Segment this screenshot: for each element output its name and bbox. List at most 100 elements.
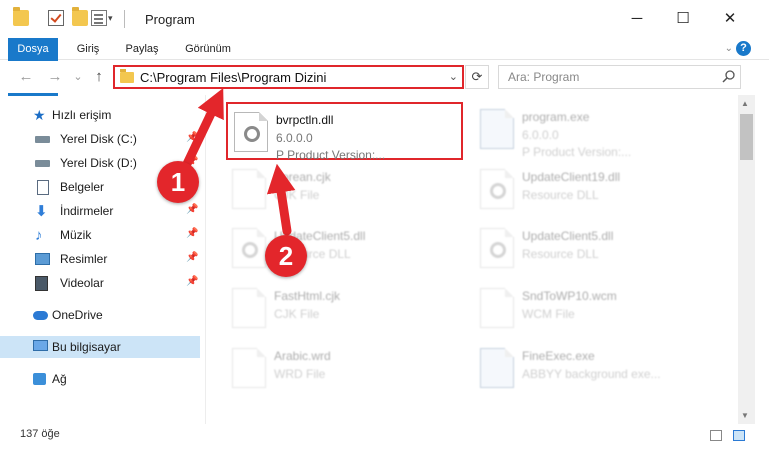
sidebar-item-videos[interactable]: Videolar 📌 xyxy=(0,272,200,294)
file-item-sndtowp10-wcm[interactable]: SndToWP10.wcm WCM File xyxy=(474,280,712,338)
file-item-arabic-wrd[interactable]: Arabic.wrd WRD File xyxy=(226,340,464,398)
document-icon xyxy=(37,180,49,195)
sidebar-item-network[interactable]: Ağ xyxy=(0,368,200,390)
video-icon xyxy=(35,276,48,291)
sidebar-item-label: Yerel Disk (C:) xyxy=(60,132,137,146)
sidebar-item-pictures[interactable]: Resimler 📌 xyxy=(0,248,200,270)
sidebar-item-label: Yerel Disk (D:) xyxy=(60,156,137,170)
sidebar-item-label: Bu bilgisayar xyxy=(52,340,121,354)
up-arrow-icon[interactable]: ↑ xyxy=(89,67,109,87)
window-title: Program xyxy=(145,12,195,27)
file-item-bvrpctln-dll[interactable]: bvrpctln.dll 6.0.0.0 P Product Version:.… xyxy=(226,102,463,162)
sidebar-item-this-pc[interactable]: Bu bilgisayar xyxy=(0,336,200,358)
network-icon xyxy=(33,373,46,385)
file-name: SndToWP10.wcm xyxy=(522,289,617,303)
file-version: 6.0.0.0 xyxy=(276,131,313,145)
sidebar-item-label: Müzik xyxy=(60,228,92,242)
back-arrow-icon[interactable]: ← xyxy=(16,67,36,87)
sidebar-item-quick-access[interactable]: ★ Hızlı erişim xyxy=(0,104,200,126)
address-dropdown-icon[interactable]: ⌄ xyxy=(449,70,458,83)
file-icon xyxy=(232,169,266,209)
file-name: Arabic.wrd xyxy=(274,349,331,363)
folder-icon xyxy=(120,69,134,83)
file-version: 6.0.0.0 xyxy=(522,128,559,142)
sidebar-item-label: Videolar xyxy=(60,276,104,290)
sidebar-item-label: Hızlı erişim xyxy=(52,108,112,122)
scroll-down-icon[interactable]: ▼ xyxy=(741,411,749,420)
file-name: Korean.cjk xyxy=(274,170,331,184)
refresh-icon[interactable]: ⟳ xyxy=(465,65,489,89)
address-path[interactable]: C:\Program Files\Program Dizini xyxy=(140,70,326,85)
file-description: P Product Version:... xyxy=(276,148,386,162)
file-name: UpdateClient5.dll xyxy=(522,229,614,243)
details-view-icon[interactable] xyxy=(710,430,722,441)
sidebar-item-onedrive[interactable]: OneDrive xyxy=(0,304,200,326)
maximize-button[interactable]: ☐ xyxy=(660,0,706,38)
scroll-thumb[interactable] xyxy=(740,114,753,160)
file-name: FineExec.exe xyxy=(522,349,595,363)
sidebar-item-music[interactable]: ♪ Müzik 📌 xyxy=(0,224,200,246)
file-item-updateclient5-dll[interactable]: UpdateClient5.dll Resource DLL xyxy=(474,220,712,278)
dll-gear-icon xyxy=(232,228,266,268)
sidebar-item-label: Belgeler xyxy=(60,180,105,194)
new-folder-icon[interactable] xyxy=(72,7,88,26)
title-separator xyxy=(124,10,125,28)
file-type: Resource DLL xyxy=(522,188,599,202)
file-item-updateclient19-dll[interactable]: UpdateClient19.dll Resource DLL xyxy=(474,161,712,219)
close-button[interactable]: ✕ xyxy=(707,0,753,38)
dll-gear-icon xyxy=(480,228,514,268)
vertical-scrollbar[interactable]: ▲ ▼ xyxy=(738,95,755,424)
download-icon: ⬇ xyxy=(35,203,48,220)
file-type: CJK File xyxy=(274,307,320,321)
sidebar-item-label: Ağ xyxy=(52,372,67,386)
file-item-korean-cjk[interactable]: Korean.cjk CJK File xyxy=(226,161,464,219)
search-placeholder: Ara: Program xyxy=(508,70,580,84)
status-bar: 137 öğe xyxy=(0,424,769,446)
search-icon[interactable] xyxy=(722,69,736,83)
music-icon: ♪ xyxy=(35,227,43,244)
file-icon xyxy=(480,288,514,328)
properties-check-icon[interactable] xyxy=(48,10,64,26)
pin-icon: 📌 xyxy=(186,204,199,215)
item-count: 137 öğe xyxy=(20,428,60,440)
pin-icon: 📌 xyxy=(186,276,199,287)
pin-icon: 📌 xyxy=(186,132,199,143)
recent-locations-icon[interactable]: ⌄ xyxy=(68,67,88,87)
file-item-program-exe[interactable]: program.exe 6.0.0.0 P Product Version:..… xyxy=(474,101,712,159)
file-type: Resource DLL xyxy=(522,247,599,261)
help-icon[interactable]: ? xyxy=(736,41,751,56)
customize-icon[interactable] xyxy=(91,10,107,26)
sidebar-item-label: Resimler xyxy=(60,252,108,266)
forward-arrow-icon[interactable]: → xyxy=(45,67,65,87)
exe-icon xyxy=(480,109,514,149)
folder-icon[interactable] xyxy=(13,7,29,26)
quick-access-dropdown-icon[interactable]: ▾ xyxy=(108,14,116,23)
search-input[interactable]: Ara: Program xyxy=(498,65,741,89)
file-name: program.exe xyxy=(522,110,590,124)
navigation-bar: ← → ⌄ ↑ C:\Program Files\Program Dizini … xyxy=(0,61,769,93)
scroll-up-icon[interactable]: ▲ xyxy=(741,99,749,108)
drive-icon xyxy=(35,136,50,143)
minimize-button[interactable]: ─ xyxy=(614,0,660,38)
tab-home[interactable]: Giriş xyxy=(68,38,108,60)
sidebar-item-downloads[interactable]: ⬇ İndirmeler 📌 xyxy=(0,200,200,222)
file-type: WCM File xyxy=(522,307,575,321)
tiles-view-icon[interactable] xyxy=(733,430,745,441)
sidebar-item-disk-c[interactable]: Yerel Disk (C:) 📌 xyxy=(0,128,200,150)
file-item-updateclient5-dll[interactable]: UpdateClient5.dll Resource DLL xyxy=(226,220,464,278)
ribbon-expand-icon[interactable]: ⌄ xyxy=(725,43,733,54)
tab-view[interactable]: Görünüm xyxy=(179,38,237,60)
sidebar-item-label: OneDrive xyxy=(52,308,103,322)
step-1-badge: 1 xyxy=(157,161,199,203)
tab-share[interactable]: Paylaş xyxy=(119,38,165,60)
file-item-fasthtml-cjk[interactable]: FastHtml.cjk CJK File xyxy=(226,280,464,338)
file-icon xyxy=(232,348,266,388)
star-icon: ★ xyxy=(33,107,46,123)
sidebar-item-label: İndirmeler xyxy=(60,204,114,218)
file-item-fineexec-exe[interactable]: FineExec.exe ABBYY background exe... xyxy=(474,340,712,398)
file-name: bvrpctln.dll xyxy=(276,113,334,127)
exe-icon xyxy=(480,348,514,388)
file-description: P Product Version:... xyxy=(522,145,632,159)
address-bar[interactable]: C:\Program Files\Program Dizini ⌄ xyxy=(113,65,464,89)
file-name: UpdateClient19.dll xyxy=(522,170,621,184)
